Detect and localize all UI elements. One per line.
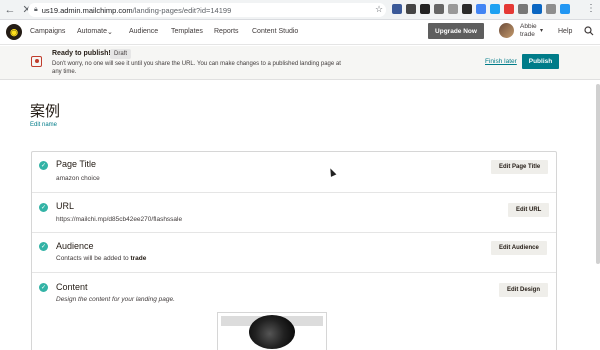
- checklist-row-audience: ✓ Audience Contacts will be added to tra…: [32, 233, 556, 273]
- bookmark-star-icon[interactable]: ☆: [375, 4, 383, 15]
- extension-icon[interactable]: [476, 4, 486, 14]
- checkmark-icon: ✓: [39, 203, 48, 212]
- url-path: /landing-pages/edit?id=14199: [132, 5, 232, 15]
- extension-icon[interactable]: [546, 4, 556, 14]
- row-title: Content: [56, 282, 88, 292]
- extensions-row: [392, 4, 570, 14]
- checklist-row-page-title: ✓ Page Title amazon choice Edit Page Tit…: [32, 152, 556, 193]
- edit-url-button[interactable]: Edit URL: [508, 203, 550, 217]
- extension-icon[interactable]: [434, 4, 444, 14]
- content-preview-thumbnail[interactable]: [217, 312, 327, 350]
- chevron-down-icon[interactable]: ▾: [540, 27, 543, 34]
- nav-campaigns[interactable]: Campaigns: [30, 28, 65, 35]
- warning-icon: [31, 56, 42, 67]
- checkmark-icon: ✓: [39, 242, 48, 251]
- user-account-name: trade: [520, 31, 535, 38]
- row-value-prefix: Contacts will be added to: [56, 255, 131, 262]
- nav-reports[interactable]: Reports: [214, 28, 239, 35]
- nav-content-studio[interactable]: Content Studio: [252, 28, 298, 35]
- checkmark-icon: ✓: [39, 161, 48, 170]
- extension-icon[interactable]: [448, 4, 458, 14]
- extension-icon[interactable]: [392, 4, 402, 14]
- extension-icon[interactable]: [420, 4, 430, 14]
- lock-icon: 🔒︎: [34, 6, 38, 13]
- edit-audience-button[interactable]: Edit Audience: [491, 241, 547, 255]
- checkmark-icon: ✓: [39, 283, 48, 292]
- help-link[interactable]: Help: [558, 28, 572, 35]
- extension-icon[interactable]: [406, 4, 416, 14]
- row-value: Design the content for your landing page…: [56, 296, 175, 303]
- address-bar[interactable]: 🔒︎ us19.admin.mailchimp.com/landing-page…: [28, 3, 386, 17]
- nav-audience[interactable]: Audience: [129, 28, 158, 35]
- edit-design-button[interactable]: Edit Design: [499, 283, 549, 297]
- nav-automate[interactable]: Automate: [77, 28, 107, 35]
- browser-menu-icon[interactable]: ⋮: [586, 3, 596, 14]
- status-badge: Draft: [110, 49, 132, 59]
- page-title: 案例: [30, 102, 61, 120]
- banner-description: Don't worry, no one will see it until yo…: [52, 61, 341, 75]
- extension-icon[interactable]: [462, 4, 472, 14]
- preview-image: [249, 315, 295, 349]
- extension-icon[interactable]: [518, 4, 528, 14]
- mailchimp-logo-icon[interactable]: ◉: [6, 24, 22, 40]
- row-value: amazon choice: [56, 175, 100, 182]
- user-first-name: Abbie: [520, 23, 537, 30]
- user-menu[interactable]: Abbie trade: [520, 23, 537, 39]
- edit-name-link[interactable]: Edit name: [30, 122, 57, 128]
- scrollbar[interactable]: [596, 84, 600, 264]
- edit-page-title-button[interactable]: Edit Page Title: [491, 160, 549, 174]
- row-value: Contacts will be added to trade: [56, 255, 146, 262]
- banner-title: Ready to publish!: [52, 50, 111, 57]
- row-title: Audience: [56, 241, 94, 251]
- back-icon[interactable]: ←: [3, 3, 17, 17]
- extension-icon[interactable]: [532, 4, 542, 14]
- extension-icon[interactable]: [490, 4, 500, 14]
- upgrade-now-button[interactable]: Upgrade Now: [428, 23, 484, 39]
- checklist-row-url: ✓ URL https://mailchi.mp/d85cb42ee270/fl…: [32, 193, 556, 233]
- chevron-down-icon: ⌄: [107, 29, 113, 36]
- search-icon[interactable]: [584, 26, 594, 36]
- nav-templates[interactable]: Templates: [171, 28, 203, 35]
- row-title: URL: [56, 201, 75, 211]
- publish-button[interactable]: Publish: [522, 54, 559, 69]
- row-value: https://mailchi.mp/d85cb42ee270/flashssa…: [56, 216, 183, 223]
- extension-icon[interactable]: [560, 4, 570, 14]
- audience-name: trade: [130, 255, 147, 262]
- row-title: Page Title: [56, 159, 97, 169]
- finish-later-link[interactable]: Finish later: [485, 58, 517, 65]
- url-host: us19.admin.mailchimp.com: [41, 5, 133, 15]
- avatar[interactable]: [499, 23, 514, 38]
- extension-icon[interactable]: [504, 4, 514, 14]
